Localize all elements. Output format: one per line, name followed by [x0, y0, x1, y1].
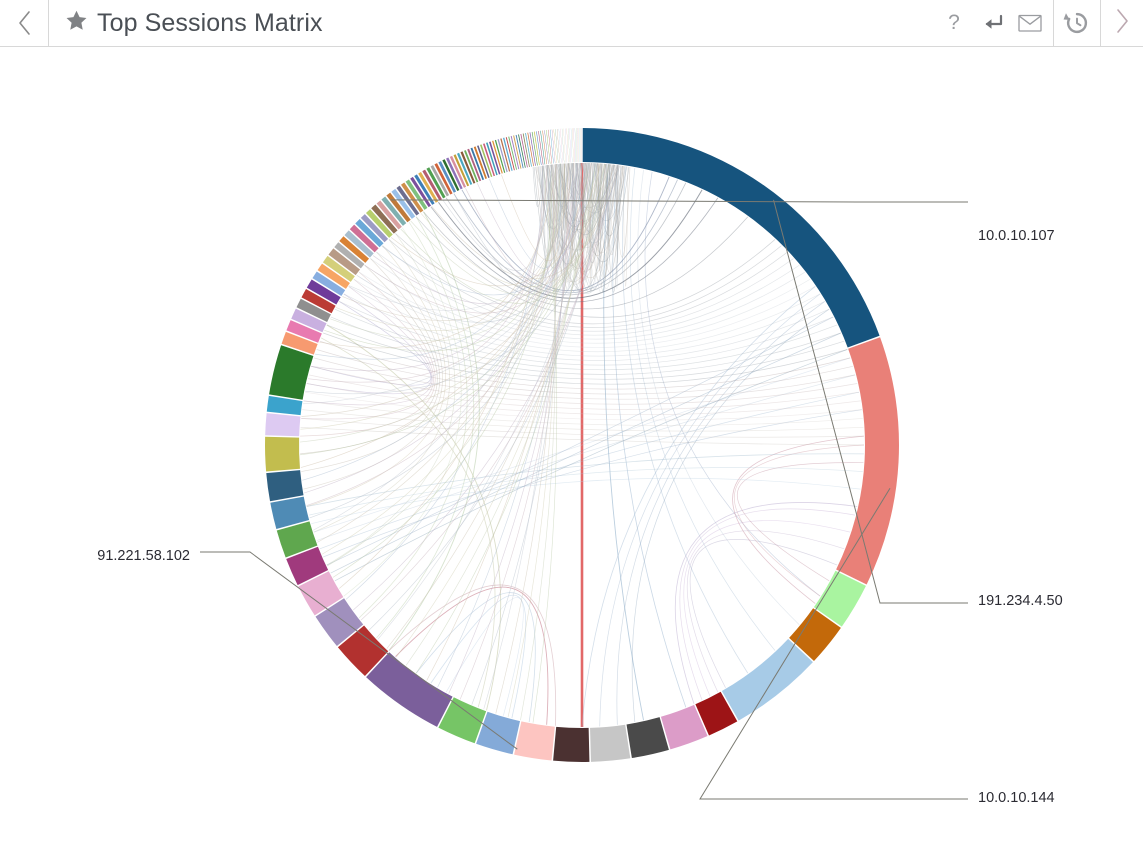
chord-ribbon [327, 317, 833, 565]
toolbar-group-history [1053, 0, 1100, 47]
chord-arc-segment[interactable] [572, 128, 573, 162]
label-191-234-4-50: 191.234.4.50 [978, 594, 1063, 609]
chord-arc-segment[interactable] [568, 128, 570, 162]
label-91-221-58-102: 91.221.58.102 [0, 549, 190, 564]
chord-arc-segment[interactable] [544, 130, 548, 164]
chord-ribbon [446, 597, 523, 715]
chord-arc-segment[interactable] [836, 337, 899, 584]
chord-arc-segment[interactable] [555, 129, 558, 163]
chord-arc-segment[interactable] [627, 717, 669, 758]
chord-arc-segment[interactable] [265, 437, 300, 472]
chord-arc-segment[interactable] [560, 129, 562, 163]
chord-arc-segment[interactable] [575, 128, 576, 162]
chord-arc-segment[interactable] [366, 652, 452, 727]
next-button[interactable] [1100, 0, 1143, 46]
back-button[interactable] [0, 0, 49, 46]
chord-ribbon [314, 358, 855, 399]
chord-arc-segment[interactable] [570, 128, 571, 162]
chord-arc-segment[interactable] [577, 128, 578, 162]
chord-arc-segment[interactable] [574, 128, 575, 162]
help-icon[interactable]: ? [940, 8, 968, 38]
chord-arc-segment[interactable] [722, 639, 813, 721]
chord-arc-segment[interactable] [542, 130, 547, 164]
app-root: Top Sessions Matrix ? [0, 0, 1143, 844]
label-10-0-10-144: 10.0.10.144 [978, 791, 1055, 806]
leader-line [700, 488, 968, 799]
chord-ribbon [323, 333, 847, 384]
chord-arc-segment[interactable] [557, 129, 560, 163]
enter-return-icon[interactable] [978, 8, 1006, 38]
chord-ribbon [311, 478, 860, 523]
chord-arc-segment[interactable] [576, 128, 577, 162]
chord-ribbon [331, 333, 841, 573]
chevron-right-icon [1115, 8, 1129, 39]
chord-arc-segment[interactable] [553, 727, 589, 762]
chevron-left-icon [17, 10, 31, 36]
chord-arc-segment[interactable] [554, 129, 557, 163]
chord-arc-segment[interactable] [567, 128, 569, 162]
page-title: Top Sessions Matrix [97, 11, 323, 36]
header-toolbar: ? [931, 0, 1100, 46]
chord-arc-segment[interactable] [571, 128, 572, 162]
toolbar-group-actions: ? [931, 0, 1053, 47]
app-header: Top Sessions Matrix ? [0, 0, 1143, 47]
chord-ribbon [305, 392, 862, 420]
chord-arc-segment[interactable] [590, 725, 630, 762]
chord-arc-segment[interactable] [552, 129, 555, 163]
leader-line [391, 200, 969, 202]
chord-arc-segment[interactable] [265, 413, 300, 436]
chord-arc-segment[interactable] [514, 721, 555, 760]
chord-arc-segment[interactable] [548, 130, 552, 164]
chord-diagram[interactable] [0, 47, 1143, 844]
title-area: Top Sessions Matrix [49, 0, 931, 46]
chord-ribbon [309, 468, 863, 516]
chord-ribbons-layer [300, 163, 864, 727]
chord-arc-segment[interactable] [546, 130, 550, 164]
history-rewind-icon[interactable] [1063, 8, 1091, 38]
chord-arc-segment[interactable] [266, 470, 303, 501]
chord-ribbon [320, 392, 859, 549]
star-icon[interactable] [65, 9, 88, 37]
chord-ribbon [389, 212, 479, 651]
chord-arc-segment[interactable] [559, 129, 562, 163]
chord-arc-segment[interactable] [565, 128, 567, 162]
mail-icon[interactable] [1016, 8, 1044, 38]
chord-arc-segment[interactable] [550, 130, 554, 164]
label-10-0-10-107: 10.0.10.107 [978, 229, 1055, 244]
chord-chart-area: 10.0.10.107 191.234.4.50 10.0.10.144 91.… [0, 47, 1143, 844]
